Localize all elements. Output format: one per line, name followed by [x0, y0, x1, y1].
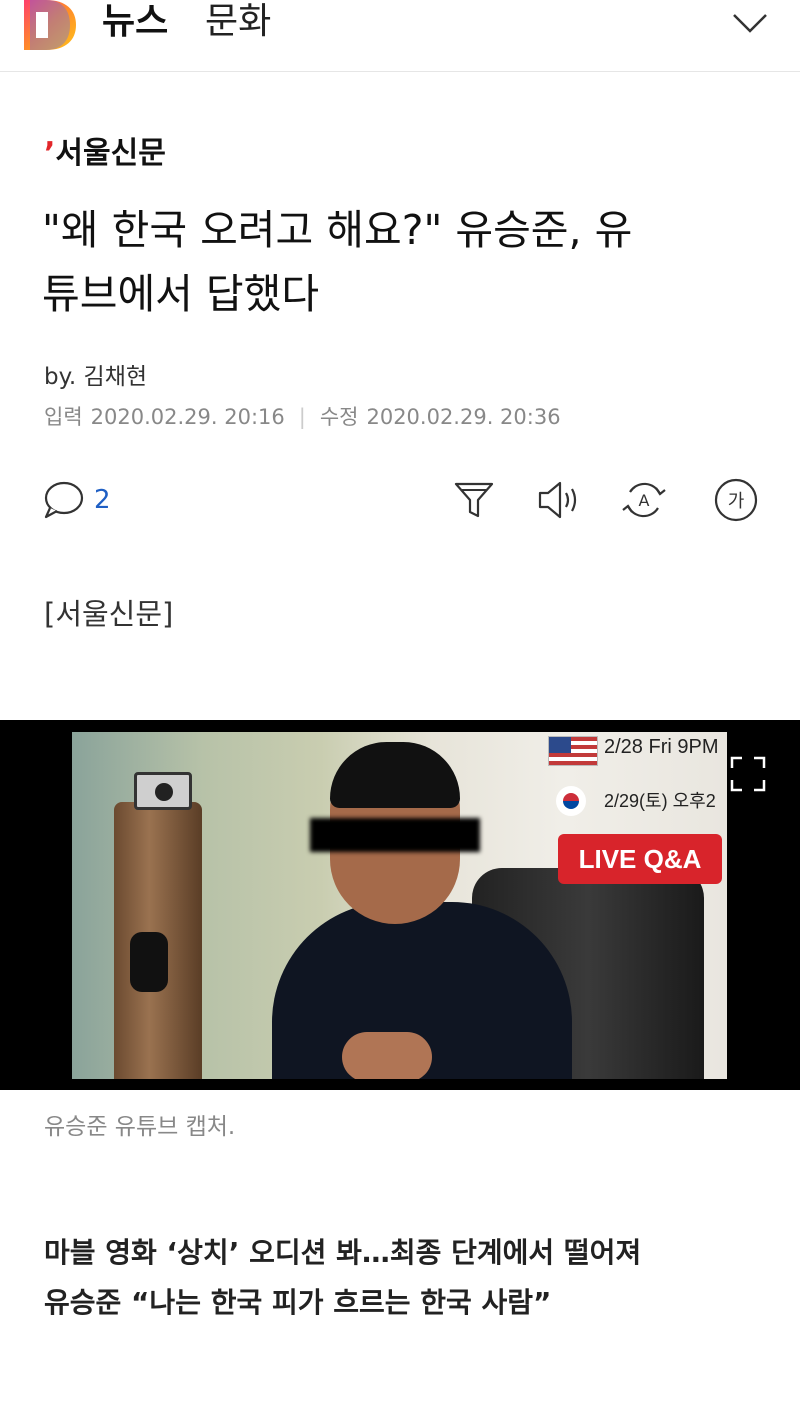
us-flag-icon [548, 736, 598, 766]
font-size-icon[interactable]: 가 [714, 478, 758, 522]
press-logo-mark: ’ [44, 136, 56, 171]
daum-logo[interactable] [24, 0, 76, 50]
input-label: 입력 [44, 405, 83, 429]
video-microphone [130, 932, 168, 992]
source-tag: [서울신문] [44, 597, 174, 631]
article-headline: "왜 한국 오려고 해요?" 유승준, 유 튜브에서 답했다 [42, 198, 762, 326]
byline[interactable]: by. 김채현 [44, 362, 147, 392]
photo-caption: 유승준 유튜브 캡처. [44, 1114, 236, 1140]
modified-date: 2020.02.29. 20:36 [366, 405, 561, 429]
video-frame[interactable]: 2/28 Fri 9PM 2/29(토) 오후2 LIVE Q&A [72, 732, 727, 1079]
expand-icon[interactable] [730, 756, 766, 792]
article-dates: 입력 2020.02.29. 20:16 | 수정 2020.02.29. 20:36 [44, 403, 561, 431]
filter-icon[interactable] [452, 478, 496, 522]
video-date-us: 2/28 Fri 9PM [604, 736, 719, 758]
date-divider: | [298, 405, 306, 429]
video-camera-prop [134, 772, 192, 810]
press-name[interactable]: ’서울신문 [44, 136, 166, 172]
video-date-kr: 2/29(토) 오후2 [604, 791, 716, 811]
translate-icon[interactable]: A [622, 478, 666, 522]
section-title[interactable]: 뉴스 [102, 0, 168, 44]
comment-icon[interactable] [42, 480, 84, 520]
live-qa-badge: LIVE Q&A [558, 834, 722, 884]
input-date: 2020.02.29. 20:16 [90, 405, 285, 429]
top-bar: 뉴스 문화 [0, 0, 800, 72]
font-size-label: 가 [728, 491, 745, 512]
headline-line-2: 튜브에서 답했다 [42, 270, 320, 318]
subhead-line-1: 마블 영화 ‘상치’ 오디션 봐…최종 단계에서 떨어져 [44, 1236, 642, 1269]
headline-line-1: "왜 한국 오려고 해요?" 유승준, 유 [42, 206, 633, 254]
video-container[interactable]: 2/28 Fri 9PM 2/29(토) 오후2 LIVE Q&A [0, 720, 800, 1090]
audio-icon[interactable] [536, 478, 580, 522]
press-name-label: 서울신문 [55, 136, 166, 171]
article-subhead: 마블 영화 ‘상치’ 오디션 봐…최종 단계에서 떨어져 유승준 “나는 한국 … [44, 1228, 764, 1328]
modified-label: 수정 [319, 405, 359, 429]
chevron-down-icon[interactable] [732, 12, 768, 34]
video-person-hand [342, 1032, 432, 1079]
translate-label: A [639, 491, 650, 510]
subsection-title[interactable]: 문화 [205, 0, 271, 44]
censor-bar [310, 818, 480, 852]
subhead-line-2: 유승준 “나는 한국 피가 흐르는 한국 사람” [44, 1286, 552, 1319]
kr-flag-icon [556, 786, 586, 816]
comment-count[interactable]: 2 [94, 484, 111, 516]
article-toolbar: 2 A 가 [0, 470, 800, 530]
